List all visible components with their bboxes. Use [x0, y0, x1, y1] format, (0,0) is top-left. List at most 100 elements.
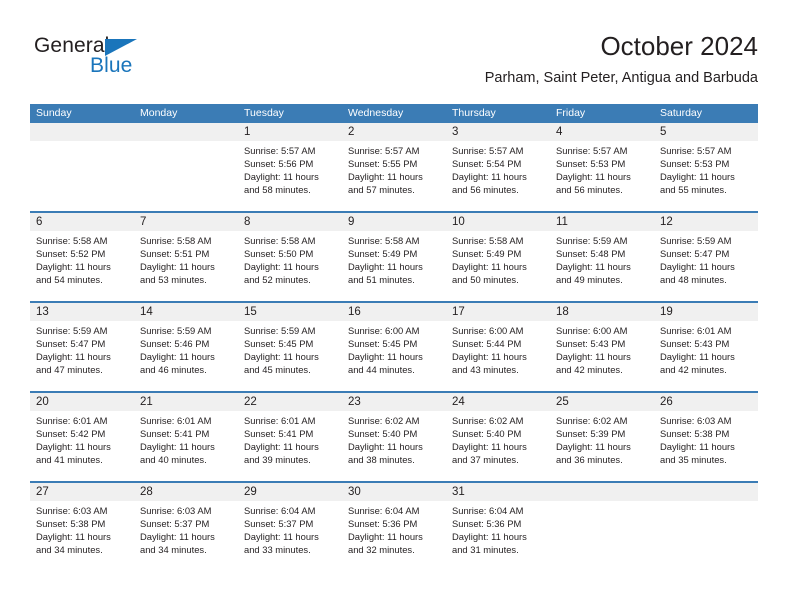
week-detail-band: Sunrise: 5:57 AM Sunset: 5:56 PM Daylight:… — [30, 141, 758, 211]
day-number[interactable]: 7 — [134, 213, 238, 231]
day-cell-empty — [134, 141, 238, 211]
day-cell[interactable]: Sunrise: 5:58 AM Sunset: 5:49 PM Daylight:… — [342, 231, 446, 301]
day-sunset-line: Sunset: 5:47 PM — [36, 338, 106, 350]
day-daylight-line: Daylight: 11 hours — [452, 531, 527, 543]
day-cell[interactable]: Sunrise: 6:01 AM Sunset: 5:41 PM Daylight:… — [238, 411, 342, 481]
day-number[interactable]: 11 — [550, 213, 654, 231]
day-daylight-line: and 46 minutes. — [140, 364, 207, 376]
day-sunset-line: Sunset: 5:41 PM — [244, 428, 314, 440]
day-cell[interactable]: Sunrise: 5:59 AM Sunset: 5:47 PM Daylight:… — [654, 231, 758, 301]
day-number[interactable]: 3 — [446, 123, 550, 141]
day-cell[interactable]: Sunrise: 6:01 AM Sunset: 5:41 PM Daylight:… — [134, 411, 238, 481]
day-cell[interactable]: Sunrise: 6:02 AM Sunset: 5:40 PM Daylight:… — [342, 411, 446, 481]
day-sunset-line: Sunset: 5:36 PM — [452, 518, 522, 530]
day-cell[interactable]: Sunrise: 6:04 AM Sunset: 5:36 PM Daylight:… — [446, 501, 550, 571]
day-number[interactable]: 31 — [446, 483, 550, 501]
day-number[interactable]: 19 — [654, 303, 758, 321]
day-daylight-line: and 42 minutes. — [660, 364, 727, 376]
day-number[interactable]: 5 — [654, 123, 758, 141]
day-number[interactable]: 26 — [654, 393, 758, 411]
day-cell[interactable]: Sunrise: 6:03 AM Sunset: 5:38 PM Daylight:… — [30, 501, 134, 571]
day-number[interactable]: 23 — [342, 393, 446, 411]
day-daylight-line: Daylight: 11 hours — [348, 261, 423, 273]
day-number[interactable]: 16 — [342, 303, 446, 321]
day-number-empty — [30, 123, 134, 141]
day-number[interactable]: 22 — [238, 393, 342, 411]
day-cell[interactable]: Sunrise: 5:58 AM Sunset: 5:51 PM Daylight:… — [134, 231, 238, 301]
day-number[interactable]: 12 — [654, 213, 758, 231]
day-cell[interactable]: Sunrise: 5:59 AM Sunset: 5:45 PM Daylight:… — [238, 321, 342, 391]
week-detail-band: Sunrise: 6:01 AM Sunset: 5:42 PM Daylight:… — [30, 411, 758, 481]
day-number[interactable]: 30 — [342, 483, 446, 501]
day-cell[interactable]: Sunrise: 5:58 AM Sunset: 5:52 PM Daylight:… — [30, 231, 134, 301]
day-cell[interactable]: Sunrise: 6:03 AM Sunset: 5:37 PM Daylight:… — [134, 501, 238, 571]
day-cell[interactable]: Sunrise: 5:57 AM Sunset: 5:56 PM Daylight:… — [238, 141, 342, 211]
day-cell-empty — [654, 501, 758, 571]
weekday-header-wednesday: Wednesday — [348, 107, 404, 119]
day-number[interactable]: 2 — [342, 123, 446, 141]
day-daylight-line: and 34 minutes. — [36, 544, 103, 556]
day-sunset-line: Sunset: 5:37 PM — [140, 518, 210, 530]
day-daylight-line: and 45 minutes. — [244, 364, 311, 376]
day-cell[interactable]: Sunrise: 5:59 AM Sunset: 5:47 PM Daylight:… — [30, 321, 134, 391]
day-number[interactable]: 17 — [446, 303, 550, 321]
day-cell[interactable]: Sunrise: 5:57 AM Sunset: 5:53 PM Daylight:… — [550, 141, 654, 211]
day-cell[interactable]: Sunrise: 6:01 AM Sunset: 5:43 PM Daylight:… — [654, 321, 758, 391]
day-cell[interactable]: Sunrise: 5:58 AM Sunset: 5:50 PM Daylight:… — [238, 231, 342, 301]
general-blue-logo: General Blue — [34, 34, 214, 90]
calendar-week-row: 27 28 29 30 31 Sunrise: 6:03 AM Sunset: 5:38 P… — [30, 481, 758, 571]
day-cell[interactable]: Sunrise: 5:57 AM Sunset: 5:53 PM Daylight:… — [654, 141, 758, 211]
day-number[interactable]: 4 — [550, 123, 654, 141]
day-cell[interactable]: Sunrise: 5:59 AM Sunset: 5:48 PM Daylight:… — [550, 231, 654, 301]
day-cell[interactable]: Sunrise: 6:04 AM Sunset: 5:36 PM Daylight:… — [342, 501, 446, 571]
day-number[interactable]: 24 — [446, 393, 550, 411]
week-detail-band: Sunrise: 5:59 AM Sunset: 5:47 PM Daylight:… — [30, 321, 758, 391]
day-number[interactable]: 20 — [30, 393, 134, 411]
day-sunset-line: Sunset: 5:40 PM — [452, 428, 522, 440]
calendar-week-row: 1 2 3 4 5 Sunrise: 5:57 AM Sunset: 5:56 PM Dayl… — [30, 123, 758, 211]
day-number[interactable]: 15 — [238, 303, 342, 321]
day-number[interactable]: 29 — [238, 483, 342, 501]
day-number[interactable]: 10 — [446, 213, 550, 231]
day-cell[interactable]: Sunrise: 6:02 AM Sunset: 5:40 PM Daylight:… — [446, 411, 550, 481]
day-number[interactable]: 13 — [30, 303, 134, 321]
day-daylight-line: Daylight: 11 hours — [140, 261, 215, 273]
day-cell[interactable]: Sunrise: 5:57 AM Sunset: 5:55 PM Daylight:… — [342, 141, 446, 211]
day-sunrise-line: Sunrise: 6:03 AM — [140, 505, 212, 516]
day-number[interactable]: 18 — [550, 303, 654, 321]
day-cell[interactable]: Sunrise: 6:03 AM Sunset: 5:38 PM Daylight:… — [654, 411, 758, 481]
day-number[interactable]: 21 — [134, 393, 238, 411]
day-cell[interactable]: Sunrise: 6:00 AM Sunset: 5:44 PM Daylight:… — [446, 321, 550, 391]
day-sunrise-line: Sunrise: 6:03 AM — [660, 415, 732, 426]
day-number[interactable]: 9 — [342, 213, 446, 231]
day-cell[interactable]: Sunrise: 6:04 AM Sunset: 5:37 PM Daylight:… — [238, 501, 342, 571]
day-cell[interactable]: Sunrise: 6:00 AM Sunset: 5:45 PM Daylight:… — [342, 321, 446, 391]
day-number[interactable]: 14 — [134, 303, 238, 321]
day-daylight-line: and 55 minutes. — [660, 184, 727, 196]
day-sunset-line: Sunset: 5:50 PM — [244, 248, 314, 260]
day-cell[interactable]: Sunrise: 5:57 AM Sunset: 5:54 PM Daylight:… — [446, 141, 550, 211]
calendar-week-row: 20 21 22 23 24 25 26 Sunrise: 6:01 AM Sunset: 5:… — [30, 391, 758, 481]
day-sunrise-line: Sunrise: 5:57 AM — [660, 145, 732, 156]
day-cell[interactable]: Sunrise: 6:00 AM Sunset: 5:43 PM Daylight:… — [550, 321, 654, 391]
day-cell[interactable]: Sunrise: 5:59 AM Sunset: 5:46 PM Daylight:… — [134, 321, 238, 391]
day-number[interactable]: 25 — [550, 393, 654, 411]
day-number[interactable]: 27 — [30, 483, 134, 501]
day-cell[interactable]: Sunrise: 6:02 AM Sunset: 5:39 PM Daylight:… — [550, 411, 654, 481]
day-number[interactable]: 28 — [134, 483, 238, 501]
day-daylight-line: Daylight: 11 hours — [452, 351, 527, 363]
day-cell[interactable]: Sunrise: 5:58 AM Sunset: 5:49 PM Daylight:… — [446, 231, 550, 301]
day-number[interactable]: 8 — [238, 213, 342, 231]
day-number[interactable]: 1 — [238, 123, 342, 141]
day-number[interactable]: 6 — [30, 213, 134, 231]
day-daylight-line: and 38 minutes. — [348, 454, 415, 466]
day-sunset-line: Sunset: 5:42 PM — [36, 428, 106, 440]
day-sunrise-line: Sunrise: 6:00 AM — [556, 325, 628, 336]
weekday-header-sunday: Sunday — [36, 107, 72, 119]
page-title: October 2024 — [600, 31, 758, 61]
day-cell[interactable]: Sunrise: 6:01 AM Sunset: 5:42 PM Daylight:… — [30, 411, 134, 481]
day-daylight-line: Daylight: 11 hours — [556, 171, 631, 183]
day-daylight-line: and 35 minutes. — [660, 454, 727, 466]
day-sunrise-line: Sunrise: 5:59 AM — [140, 325, 212, 336]
calendar-week-row: 13 14 15 16 17 18 19 Sunrise: 5:59 AM Sunset: 5:… — [30, 301, 758, 391]
